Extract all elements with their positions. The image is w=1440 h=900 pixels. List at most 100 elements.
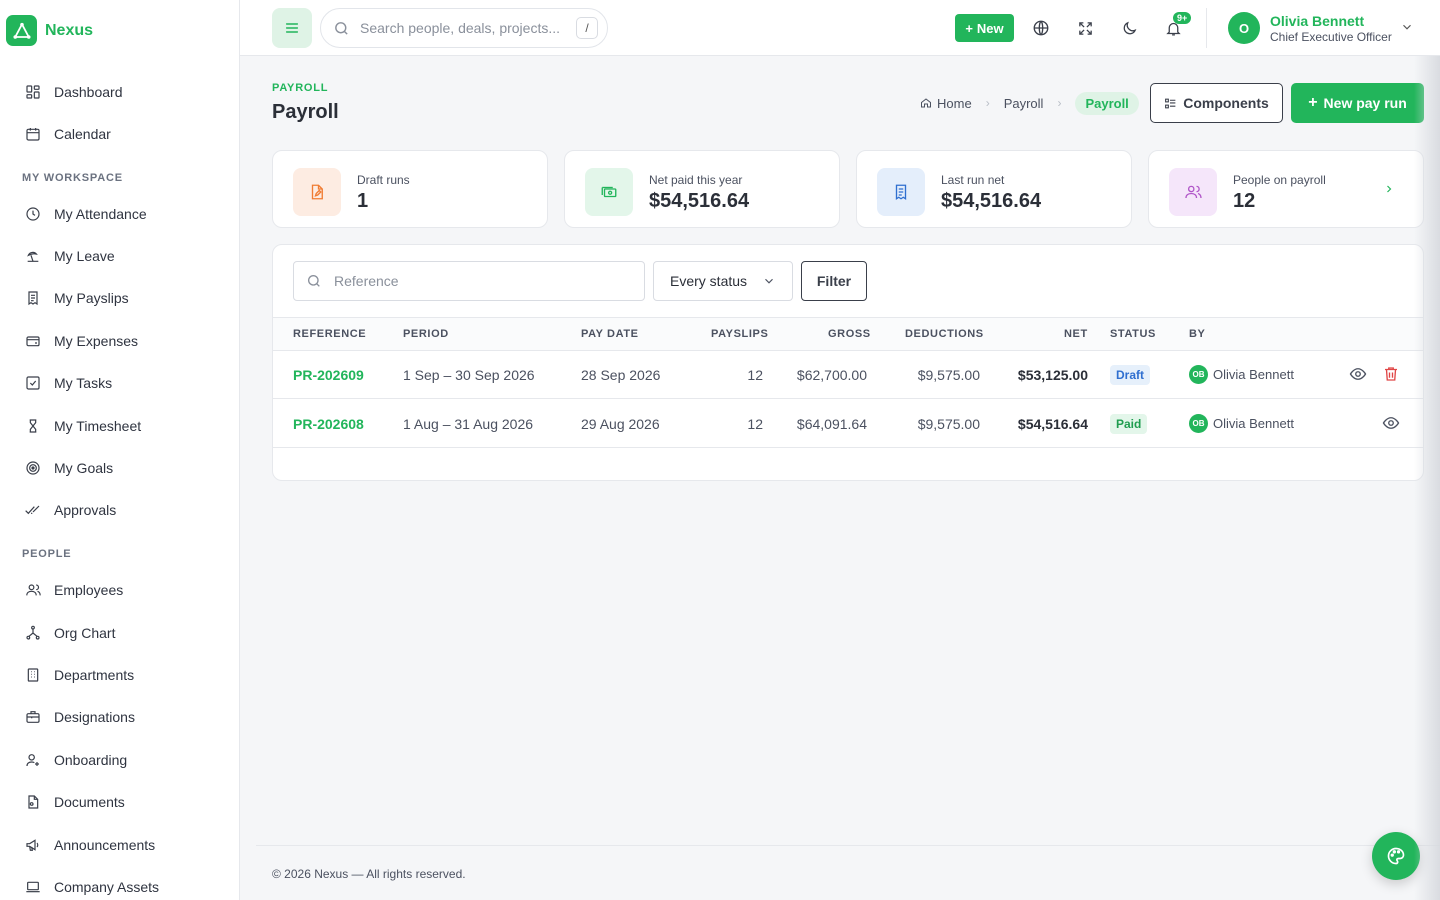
sidebar-item-my-timesheet[interactable]: My Timesheet [24, 415, 141, 437]
cell-net: $53,125.00 [1017, 367, 1088, 383]
search-placeholder: Search people, deals, projects... [360, 20, 561, 36]
building-icon [24, 666, 42, 684]
column-header-gross[interactable]: GROSS [828, 328, 871, 340]
notifications-button[interactable]: 9+ [1155, 10, 1192, 46]
sidebar-item-label: My Payslips [54, 290, 129, 306]
sidebar-item-designations[interactable]: Designations [24, 706, 135, 728]
status-select-value: Every status [670, 273, 748, 289]
sidebar-section-title: MY WORKSPACE [22, 172, 123, 184]
stat-value: 12 [1233, 190, 1256, 212]
theme-toggle-button[interactable] [1111, 10, 1147, 46]
view-icon[interactable] [1382, 414, 1400, 432]
cell-by: OB Olivia Bennett [1189, 414, 1294, 433]
status-select[interactable]: Every status [653, 261, 793, 301]
sidebar-item-employees[interactable]: Employees [24, 579, 123, 601]
by-name: Olivia Bennett [1213, 367, 1294, 382]
new-button[interactable]: + New [955, 14, 1014, 42]
target-icon [24, 459, 42, 477]
user-name[interactable]: Olivia Bennett [1270, 13, 1364, 29]
sidebar-item-departments[interactable]: Departments [24, 664, 134, 686]
stat-card-people-on-payroll[interactable]: People on payroll 12 [1148, 150, 1424, 228]
reference-search-input[interactable]: Reference [293, 261, 645, 301]
cell-reference[interactable]: PR-202608 [293, 416, 364, 432]
chevron-down-icon [762, 274, 776, 288]
sidebar-item-my-goals[interactable]: My Goals [24, 457, 113, 479]
sidebar-item-approvals[interactable]: Approvals [24, 499, 116, 521]
cash-icon [585, 168, 633, 216]
sidebar-section-title: PEOPLE [22, 548, 72, 560]
sidebar-item-org-chart[interactable]: Org Chart [24, 622, 115, 644]
column-header-period[interactable]: PERIOD [403, 328, 449, 340]
column-header-pay-date[interactable]: PAY DATE [581, 328, 639, 340]
sidebar-item-label: Onboarding [54, 752, 128, 768]
sidebar-item-dashboard[interactable]: Dashboard [24, 81, 123, 103]
wallet-icon [24, 332, 42, 350]
dashboard-icon [24, 83, 42, 101]
palette-icon [1386, 846, 1406, 866]
breadcrumb-home[interactable]: Home [920, 96, 972, 111]
breadcrumb-label: Home [937, 95, 972, 111]
cell-gross: $64,091.64 [796, 416, 867, 432]
user-role: Chief Executive Officer [1270, 30, 1392, 44]
cell-reference[interactable]: PR-202609 [293, 367, 364, 383]
sidebar-item-announcements[interactable]: Announcements [24, 834, 155, 856]
trash-icon[interactable] [1382, 365, 1400, 383]
table-row[interactable]: PR-202608 1 Aug – 31 Aug 2026 29 Aug 202… [273, 400, 1423, 448]
column-header-deductions[interactable]: DEDUCTIONS [905, 328, 984, 340]
table-row[interactable]: PR-202609 1 Sep – 30 Sep 2026 28 Sep 202… [273, 351, 1423, 399]
cell-deductions: $9,575.00 [917, 367, 980, 383]
view-icon[interactable] [1349, 365, 1367, 383]
footer: © 2026 Nexus — All rights reserved. [256, 845, 1440, 900]
plus-icon: + [1308, 94, 1318, 111]
sidebar-item-label: Employees [54, 582, 124, 598]
chevron-down-icon[interactable] [1400, 20, 1414, 34]
payroll-runs-table-card: Reference Every status Filter REFERENCE … [272, 244, 1424, 481]
menu-toggle-button[interactable] [272, 8, 312, 48]
stat-value: 1 [357, 190, 369, 212]
sidebar-item-my-expenses[interactable]: My Expenses [24, 330, 138, 352]
sidebar-item-my-leave[interactable]: My Leave [24, 245, 115, 267]
sidebar-item-my-payslips[interactable]: My Payslips [24, 287, 129, 309]
sidebar-item-my-attendance[interactable]: My Attendance [24, 203, 147, 225]
cell-pay-date: 29 Aug 2026 [581, 416, 660, 432]
logo-icon [6, 15, 37, 46]
cell-period: 1 Sep – 30 Sep 2026 [403, 367, 535, 383]
table-header: REFERENCE PERIOD PAY DATE PAYSLIPS GROSS… [273, 317, 1423, 351]
new-pay-run-button[interactable]: + New pay run [1291, 83, 1424, 123]
breadcrumb-payroll[interactable]: Payroll [1004, 96, 1044, 111]
column-header-net[interactable]: NET [1064, 328, 1088, 340]
sidebar-item-calendar[interactable]: Calendar [24, 123, 111, 145]
sidebar-item-company-assets[interactable]: Company Assets [24, 876, 159, 898]
fullscreen-button[interactable] [1067, 10, 1103, 46]
stat-label: Last run net [941, 173, 1005, 187]
stat-value: $54,516.64 [649, 190, 750, 212]
cell-payslips: 12 [747, 367, 763, 383]
filter-button[interactable]: Filter [801, 261, 867, 301]
sidebar-item-label: My Attendance [54, 206, 147, 222]
breadcrumb: Home › Payroll › Payroll [920, 90, 1139, 116]
sidebar-item-label: Calendar [54, 126, 111, 142]
cell-pay-date: 28 Sep 2026 [581, 367, 661, 383]
sidebar-item-my-tasks[interactable]: My Tasks [24, 372, 112, 394]
components-button[interactable]: Components [1150, 83, 1283, 123]
column-header-status[interactable]: STATUS [1110, 328, 1156, 340]
avatar[interactable]: O [1228, 12, 1260, 44]
chevron-right-icon[interactable] [1383, 183, 1395, 195]
double-check-icon [24, 501, 42, 519]
sidebar-item-documents[interactable]: Documents [24, 791, 125, 813]
brand[interactable]: Nexus [6, 15, 93, 46]
sidebar-item-onboarding[interactable]: Onboarding [24, 749, 127, 771]
column-header-by[interactable]: BY [1189, 328, 1205, 340]
list-icon [1164, 97, 1177, 110]
new-button-label: New [976, 20, 1004, 36]
column-header-payslips[interactable]: PAYSLIPS [711, 328, 768, 340]
stat-label: Draft runs [357, 173, 410, 187]
language-button[interactable] [1023, 10, 1059, 46]
theme-customizer-button[interactable] [1372, 832, 1420, 880]
sidebar-item-label: My Goals [54, 460, 114, 476]
search-shortcut-key: / [576, 17, 598, 39]
column-header-reference[interactable]: REFERENCE [293, 328, 366, 340]
stat-card-last-run: Last run net $54,516.64 [856, 150, 1132, 228]
new-pay-run-label: New pay run [1323, 95, 1407, 111]
global-search-input[interactable]: Search people, deals, projects... / [320, 8, 608, 48]
